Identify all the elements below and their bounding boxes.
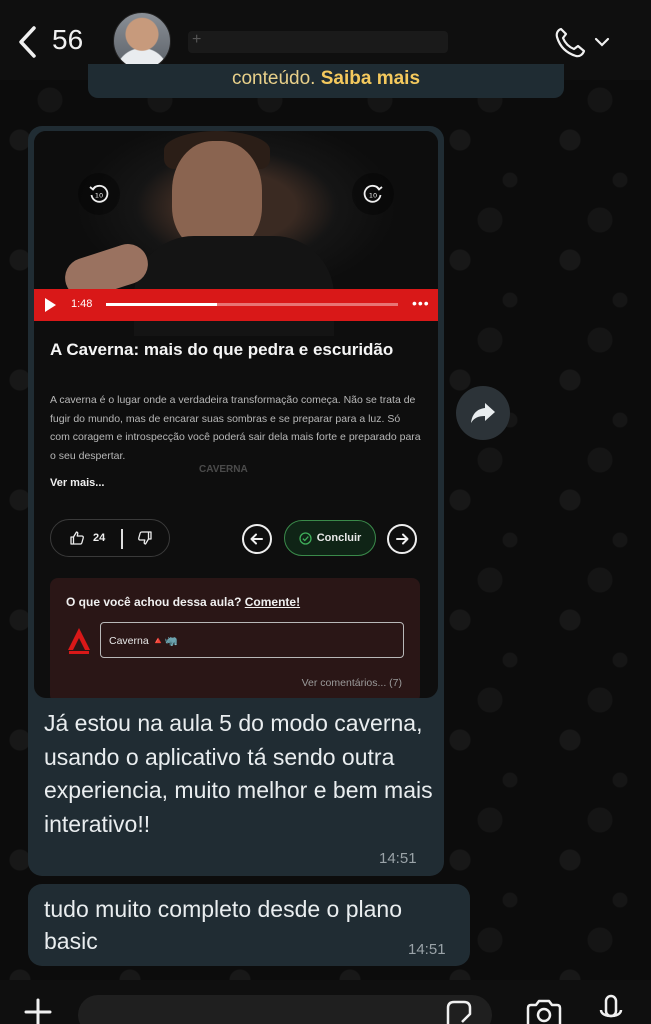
thumbs-up-icon[interactable] [69,530,85,546]
previous-message: conteúdo. Saiba mais [88,64,564,98]
feedback-question-text: O que você achou dessa aula? [66,595,245,609]
saiba-mais-link[interactable]: Saiba mais [321,68,420,89]
previous-lesson-button[interactable] [242,524,272,554]
next-lesson-button[interactable] [387,524,417,554]
chevron-down-icon [594,37,610,47]
lesson-description: A caverna é o lugar onde a verdadeira tr… [50,394,421,462]
message-image[interactable]: 10 10 1:48 ••• CAVERNA A Caverna: mais d… [34,131,438,698]
camera-icon[interactable] [524,998,564,1024]
avatar[interactable] [113,12,171,70]
conclude-label: Concluir [316,532,362,544]
forward-arrow-icon [471,403,495,423]
rating-pill: 24 [50,519,170,557]
phone-icon [555,27,586,58]
video-frame-body [134,236,334,336]
video-watermark: CAVERNA [199,464,248,475]
forward-10-button[interactable]: 10 [352,173,394,215]
rewind-10-button[interactable]: 10 [78,173,120,215]
call-options-button[interactable] [592,30,612,54]
comment-link[interactable]: Comente! [245,595,300,609]
call-button[interactable] [552,22,588,62]
view-comments-link[interactable]: Ver comentários... (7) [302,677,402,689]
video-player[interactable]: 10 10 1:48 ••• CAVERNA [34,131,438,475]
caverna-logo-icon [68,628,90,654]
arrow-left-icon [250,533,263,545]
rewind-icon: 10 [89,184,109,203]
unread-count[interactable]: 56 [52,24,83,56]
message-input[interactable] [78,995,492,1024]
conclude-button[interactable]: Concluir [284,520,376,556]
see-more-link[interactable]: Ver mais... [50,477,104,489]
sticker-icon[interactable] [444,1000,474,1024]
feedback-card: O que você achou dessa aula? Comente! Ca… [50,578,420,698]
feedback-question: O que você achou dessa aula? Comente! [66,595,300,609]
plus-icon[interactable] [20,994,56,1024]
like-count: 24 [93,532,106,544]
contact-name[interactable]: + [188,31,448,53]
video-progress-bar[interactable] [106,303,398,306]
thumbs-down-icon[interactable] [137,530,153,546]
play-icon[interactable] [42,297,58,313]
message-text: Já estou na aula 5 do modo caverna, usan… [44,710,433,837]
divider [121,529,123,549]
video-controls: 1:48 ••• CAVERNA [34,289,438,475]
back-button[interactable] [10,22,44,62]
video-current-time: 1:48 [71,298,93,310]
fast-forward-icon: 10 [363,184,383,203]
video-frame-face [172,141,262,251]
microphone-icon[interactable] [596,994,626,1024]
forward-10-label: 10 [369,192,377,200]
message-timestamp: 14:51 [408,941,446,958]
forward-button[interactable] [456,386,510,440]
previous-message-text: conteúdo. [231,68,321,89]
check-circle-icon [299,531,312,545]
lesson-title: A Caverna: mais do que pedra e escuridão [50,340,394,359]
chevron-left-icon [19,26,36,58]
more-options-icon[interactable]: ••• [412,295,430,311]
comment-input[interactable]: Caverna 🔺🦏 [100,622,404,658]
video-progress-fill [106,303,217,306]
rewind-10-label: 10 [95,192,103,200]
message-text: tudo muito completo desde o plano basic [44,896,403,954]
arrow-right-icon [396,533,409,545]
message-timestamp: 14:51 [379,850,417,867]
